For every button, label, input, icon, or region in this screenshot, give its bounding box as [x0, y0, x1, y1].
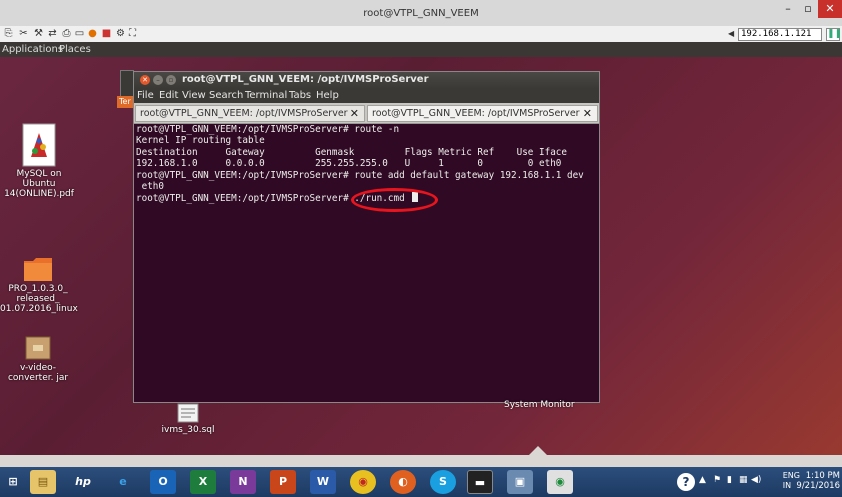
- tab-label: root@VTPL_GNN_VEEM: /opt/IVMSProServer: [372, 108, 580, 119]
- fullscreen-icon[interactable]: ⛶: [126, 27, 139, 40]
- menu-terminal[interactable]: Terminal: [245, 90, 287, 101]
- close-button[interactable]: ✕: [818, 0, 842, 18]
- terminal-maximize-icon[interactable]: ▫: [166, 75, 176, 85]
- terminal-line: root@VTPL_GNN_VEEM:/opt/IVMSProServer# r…: [136, 169, 584, 181]
- desktop-icon-label: PRO_1.0.3.0_ released_ 01.07.2016_linux: [0, 284, 78, 314]
- window-controls: – ▫ ✕: [778, 0, 842, 20]
- viewer-bottom-strip: [0, 446, 842, 467]
- applications-menu[interactable]: Applications: [2, 44, 63, 55]
- desktop-icon-label: ivms_30.sql: [161, 425, 215, 435]
- excel-icon[interactable]: X: [190, 470, 216, 494]
- tab-label: root@VTPL_GNN_VEEM: /opt/IVMSProServer: [140, 108, 348, 119]
- windows-taskbar: ⊞ ▤ hp e O X N P W ◉ ◐ S ▬ ▣ ◉ ? ▲ ⚑ ▮ ▦…: [0, 467, 842, 497]
- chrome-icon[interactable]: ◉: [350, 470, 376, 494]
- desktop-icon-label: MySQL on Ubuntu 14(ONLINE).pdf: [4, 169, 74, 199]
- background-window-label: Ter: [117, 96, 133, 108]
- text-file-icon: [177, 403, 199, 423]
- caret-up-icon: [528, 446, 548, 456]
- firefox-icon[interactable]: ◐: [390, 470, 416, 494]
- highlight-circle: [351, 188, 438, 212]
- file-explorer-icon[interactable]: ▤: [30, 470, 56, 494]
- minimize-button[interactable]: –: [778, 0, 798, 18]
- connection-icon[interactable]: ⎘: [2, 27, 15, 40]
- tab-close-icon[interactable]: ✕: [583, 106, 592, 121]
- view-icon[interactable]: ▭: [73, 27, 86, 40]
- desktop-icon-mysql-pdf[interactable]: MySQL on Ubuntu 14(ONLINE).pdf: [0, 123, 78, 199]
- clock-time: 1:10 PM: [805, 471, 840, 481]
- viewer-title: root@VTPL_GNN_VEEM: [363, 8, 479, 19]
- scissors-icon[interactable]: ✂: [17, 27, 30, 40]
- terminal-tab-2[interactable]: root@VTPL_GNN_VEEM: /opt/IVMSProServer ✕: [367, 105, 598, 122]
- terminal-tab-1[interactable]: root@VTPL_GNN_VEEM: /opt/IVMSProServer ✕: [135, 105, 365, 122]
- alert-icon[interactable]: ●: [86, 27, 99, 40]
- folder-icon: [24, 258, 52, 281]
- viewer-toolbar: ⎘ ✂ ⚒ ⇄ ⎙ ▭ ● ■ ⚙ ⛶: [0, 26, 842, 42]
- remote-viewer-icon[interactable]: ◉: [547, 470, 573, 494]
- onenote-icon[interactable]: N: [230, 470, 256, 494]
- terminal-menubar: File Edit View Search Terminal Tabs Help: [134, 89, 599, 103]
- printer-icon[interactable]: ⎙: [60, 27, 73, 40]
- network-icon[interactable]: ▦: [739, 475, 748, 485]
- menu-tabs[interactable]: Tabs: [289, 90, 311, 101]
- hp-icon[interactable]: hp: [70, 470, 96, 494]
- system-monitor-label: System Monitor: [504, 400, 575, 410]
- menu-file[interactable]: File: [137, 90, 154, 101]
- action-center-icon[interactable]: ⚑: [713, 475, 721, 485]
- terminal-line: root@VTPL_GNN_VEEM:/opt/IVMSProServer# r…: [136, 124, 400, 135]
- terminal-output[interactable]: root@VTPL_GNN_VEEM:/opt/IVMSProServer# r…: [134, 124, 599, 402]
- desktop-icon-pro-folder[interactable]: PRO_1.0.3.0_ released_ 01.07.2016_linux: [0, 256, 78, 314]
- skype-icon[interactable]: S: [430, 470, 456, 494]
- terminal-close-icon[interactable]: ✕: [140, 75, 150, 85]
- start-icon[interactable]: ⊞: [2, 470, 24, 494]
- remote-desktop-icon[interactable]: ▣: [507, 470, 533, 494]
- show-hidden-icons-icon[interactable]: ▲: [699, 475, 706, 485]
- transfer-icon[interactable]: ⇄: [46, 27, 59, 40]
- terminal-line: 192.168.1.0 0.0.0.0 255.255.255.0 U 1 0 …: [136, 158, 562, 170]
- terminal-titlebar[interactable]: ✕ – ▫ root@VTPL_GNN_VEEM: /opt/IVMSProSe…: [134, 72, 599, 89]
- system-tray: ? ▲ ⚑ ▮ ▦ ◀) ENG IN 1:10 PM 9/21/2016: [677, 467, 842, 497]
- outlook-icon[interactable]: O: [150, 470, 176, 494]
- archive-icon: [25, 336, 51, 360]
- restore-button[interactable]: ▫: [798, 0, 818, 18]
- menu-view[interactable]: View: [182, 90, 206, 101]
- powerpoint-icon[interactable]: P: [270, 470, 296, 494]
- viewer-titlebar: root@VTPL_GNN_VEEM – ▫ ✕: [0, 0, 842, 28]
- tab-close-icon[interactable]: ✕: [350, 106, 359, 121]
- dropdown-arrow-icon[interactable]: ◀: [728, 29, 734, 38]
- terminal-line: Destination Gateway Genmask Flags Metric…: [136, 146, 567, 158]
- region-code: IN: [782, 481, 792, 490]
- places-menu[interactable]: Places: [59, 44, 91, 55]
- pause-icon[interactable]: ❚❚: [826, 28, 842, 41]
- terminal-window[interactable]: ✕ – ▫ root@VTPL_GNN_VEEM: /opt/IVMSProSe…: [133, 71, 600, 403]
- terminal-minimize-icon[interactable]: –: [153, 75, 163, 85]
- menu-search[interactable]: Search: [209, 90, 243, 101]
- battery-icon[interactable]: ▮: [727, 475, 732, 485]
- menu-edit[interactable]: Edit: [159, 90, 178, 101]
- word-icon[interactable]: W: [310, 470, 336, 494]
- menu-help[interactable]: Help: [316, 90, 339, 101]
- tools-icon[interactable]: ⚒: [32, 27, 45, 40]
- command-prompt-icon[interactable]: ▬: [467, 470, 493, 494]
- internet-explorer-icon[interactable]: e: [110, 470, 136, 494]
- terminal-title: root@VTPL_GNN_VEEM: /opt/IVMSProServer: [182, 74, 429, 85]
- desktop-icon-sql[interactable]: ivms_30.sql: [156, 403, 220, 435]
- clock-date: 9/21/2016: [796, 481, 840, 491]
- ip-address-field[interactable]: 192.168.1.121: [738, 28, 822, 41]
- desktop-icon-label: v-video-converter. jar: [7, 363, 69, 383]
- system-clock[interactable]: 1:10 PM 9/21/2016: [796, 471, 840, 491]
- pdf-file-icon: [22, 123, 56, 167]
- desktop-icon-jar[interactable]: v-video-converter. jar: [0, 335, 76, 383]
- terminal-line: Kernel IP routing table: [136, 135, 265, 147]
- help-icon[interactable]: ?: [677, 473, 695, 491]
- volume-icon[interactable]: ◀): [751, 475, 761, 485]
- terminal-tab-bar: root@VTPL_GNN_VEEM: /opt/IVMSProServer ✕…: [134, 103, 599, 124]
- ubuntu-top-panel: Applications Places: [0, 42, 842, 57]
- stop-icon[interactable]: ■: [100, 27, 113, 40]
